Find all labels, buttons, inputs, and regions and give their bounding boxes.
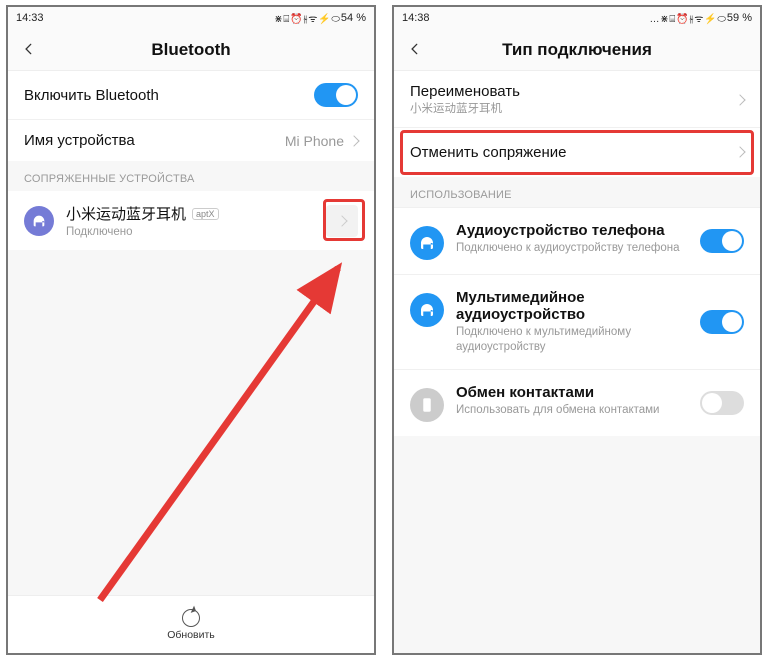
enable-bluetooth-label: Включить Bluetooth bbox=[24, 87, 159, 104]
paired-device-status: Подключено bbox=[66, 226, 314, 238]
row-rename[interactable]: Переименовать 小米运动蓝牙耳机 bbox=[394, 71, 760, 127]
phone-audio-toggle[interactable] bbox=[700, 229, 744, 253]
phone-icon bbox=[410, 388, 444, 422]
aptx-badge: aptX bbox=[192, 208, 219, 220]
device-name-label: Имя устройства bbox=[24, 132, 135, 149]
status-icons: … ⋇ ⌸ ⏰ ⫳ ᯤ ⚡ ⬭ bbox=[649, 11, 724, 25]
status-time: 14:33 bbox=[16, 12, 44, 24]
phone-audio-sub: Подключено к аудиоустройству телефона bbox=[456, 241, 688, 256]
status-bar: 14:33 ⋇ ⌸ ⏰ ⫳ ᯤ ⚡ ⬭ 54 % bbox=[8, 7, 374, 29]
back-button[interactable] bbox=[22, 40, 36, 61]
chevron-right-icon bbox=[336, 215, 347, 226]
paired-device-name: 小米运动蓝牙耳机 bbox=[66, 203, 186, 224]
contacts-sub: Использовать для обмена контактами bbox=[456, 403, 688, 418]
media-audio-toggle[interactable] bbox=[700, 310, 744, 334]
media-audio-title: Мультимедийное аудиоустройство bbox=[456, 289, 688, 323]
rename-label: Переименовать bbox=[410, 83, 520, 100]
phone-audio-title: Аудиоустройство телефона bbox=[456, 222, 688, 239]
phone-screen-left: 14:33 ⋇ ⌸ ⏰ ⫳ ᯤ ⚡ ⬭ 54 % Bluetooth Включ… bbox=[6, 5, 376, 655]
bluetooth-toggle[interactable] bbox=[314, 83, 358, 107]
phone-screen-right: 14:38 … ⋇ ⌸ ⏰ ⫳ ᯤ ⚡ ⬭ 59 % Тип подключен… bbox=[392, 5, 762, 655]
device-details-button[interactable] bbox=[326, 205, 358, 237]
row-media-audio[interactable]: Мультимедийное аудиоустройство Подключен… bbox=[394, 274, 760, 369]
device-name-value: Mi Phone bbox=[285, 133, 344, 149]
status-time: 14:38 bbox=[402, 12, 430, 24]
header: Bluetooth bbox=[8, 29, 374, 71]
row-device-name[interactable]: Имя устройства Mi Phone bbox=[8, 119, 374, 161]
row-enable-bluetooth[interactable]: Включить Bluetooth bbox=[8, 71, 374, 119]
chevron-right-icon bbox=[348, 135, 359, 146]
header: Тип подключения bbox=[394, 29, 760, 71]
back-button[interactable] bbox=[408, 40, 422, 61]
media-audio-sub: Подключено к мультимедийному аудиоустрой… bbox=[456, 325, 688, 355]
chevron-right-icon bbox=[734, 94, 745, 105]
row-unpair[interactable]: Отменить сопряжение bbox=[394, 127, 760, 177]
status-icons: ⋇ ⌸ ⏰ ⫳ ᯤ ⚡ ⬭ bbox=[274, 11, 339, 25]
refresh-label[interactable]: Обновить bbox=[167, 629, 215, 641]
status-bar: 14:38 … ⋇ ⌸ ⏰ ⫳ ᯤ ⚡ ⬭ 59 % bbox=[394, 7, 760, 29]
status-battery: 54 % bbox=[341, 12, 366, 24]
headphones-icon bbox=[24, 206, 54, 236]
row-phone-audio[interactable]: Аудиоустройство телефона Подключено к ау… bbox=[394, 207, 760, 274]
headphones-icon bbox=[410, 226, 444, 260]
page-title: Тип подключения bbox=[502, 40, 652, 60]
unpair-label: Отменить сопряжение bbox=[410, 144, 567, 161]
contacts-title: Обмен контактами bbox=[456, 384, 688, 401]
row-contacts-share[interactable]: Обмен контактами Использовать для обмена… bbox=[394, 369, 760, 436]
paired-device-row[interactable]: 小米运动蓝牙耳机 aptX Подключено bbox=[8, 191, 374, 250]
headphones-icon bbox=[410, 293, 444, 327]
section-usage: ИСПОЛЬЗОВАНИЕ bbox=[394, 177, 760, 207]
bottom-bar: Обновить bbox=[8, 595, 374, 653]
chevron-right-icon bbox=[734, 147, 745, 158]
refresh-icon[interactable] bbox=[182, 609, 200, 627]
contacts-toggle[interactable] bbox=[700, 391, 744, 415]
page-title: Bluetooth bbox=[151, 40, 230, 60]
rename-sub: 小米运动蓝牙耳机 bbox=[410, 102, 520, 117]
status-battery: 59 % bbox=[727, 12, 752, 24]
section-paired-devices: СОПРЯЖЕННЫЕ УСТРОЙСТВА bbox=[8, 161, 374, 191]
